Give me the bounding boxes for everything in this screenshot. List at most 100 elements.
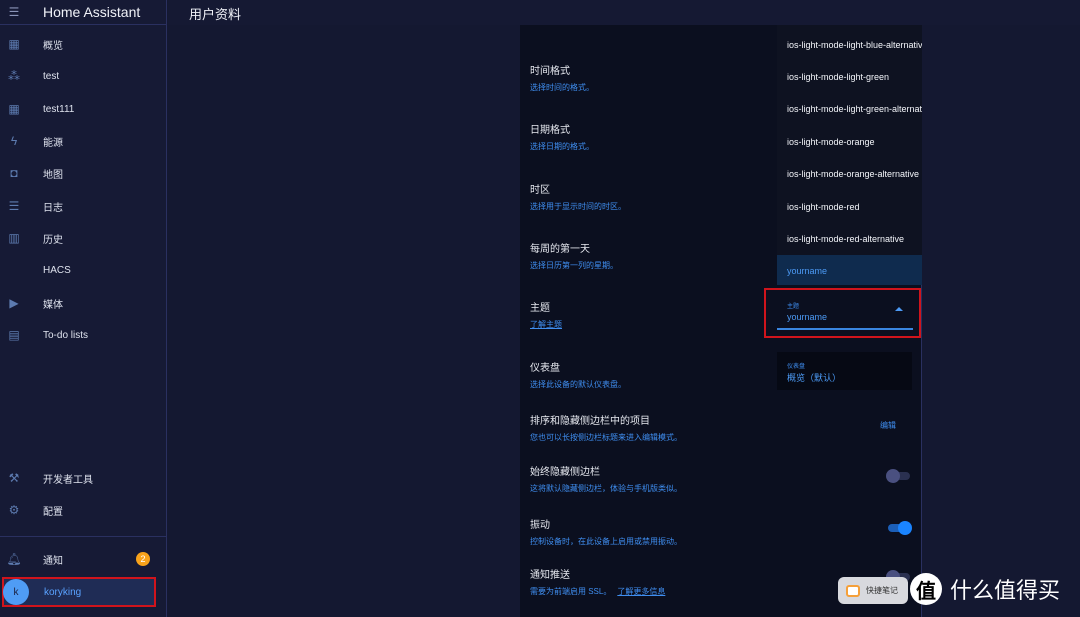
play-box-icon: ▶	[9, 296, 19, 310]
theme-option[interactable]: ios-light-mode-light-blue-alternative	[787, 40, 922, 50]
note-icon	[846, 584, 860, 597]
sidebar-item-label: 日志	[43, 202, 63, 214]
sidebar-item-label: 开发者工具	[43, 474, 93, 486]
sidebar: ☰ Home Assistant ▦ 概览 ⁂ test ▦ test111 ϟ 能源 …	[0, 0, 167, 617]
sidebar-item-label: test	[43, 70, 60, 82]
theme-select[interactable]: 主题 yourname	[764, 288, 921, 338]
dashboard-field-value: 概览（默认）	[787, 373, 842, 383]
theme-option[interactable]: ios-light-mode-red	[787, 202, 860, 212]
page-title: 用户资料	[189, 7, 242, 22]
sidebar-item-logbook[interactable]: ☰ 日志	[0, 191, 166, 221]
sidebar-item-hacs[interactable]: HACS	[0, 255, 166, 285]
sidebar-item-label: HACS	[43, 264, 71, 276]
sidebar-item-label: test111	[43, 103, 75, 115]
chart-box-icon: ▥	[8, 231, 20, 245]
setting-desc: 选择日历第一列的星期。	[530, 261, 618, 270]
list-icon: ☰	[8, 199, 20, 213]
setting-sidebar-order: 排序和隐藏侧边栏中的项目您也可以长按侧边栏标题来进入编辑模式。	[530, 412, 682, 443]
setting-first-weekday: 每周的第一天选择日历第一列的星期。	[530, 240, 618, 271]
sidebar-item-energy[interactable]: ϟ 能源	[0, 126, 166, 156]
setting-title: 排序和隐藏侧边栏中的项目	[530, 416, 650, 427]
sidebar-item-test111[interactable]: ▦ test111	[0, 94, 166, 124]
quick-note-button[interactable]: 快捷笔记	[838, 577, 908, 604]
sidebar-item-developer-tools[interactable]: ⚒ 开发者工具	[0, 463, 166, 493]
sidebar-item-overview[interactable]: ▦ 概览	[0, 29, 166, 59]
dashboard-icon: ▦	[8, 102, 20, 116]
sidebar-item-label: 能源	[43, 137, 63, 149]
setting-date-format: 日期格式选择日期的格式。	[530, 121, 594, 152]
setting-title: 始终隐藏侧边栏	[530, 467, 600, 478]
setting-desc: 选择日期的格式。	[530, 142, 594, 151]
watermark: 值 什么值得买	[910, 573, 1060, 605]
setting-vibrate: 振动 控制设备时，在此设备上启用或禁用振动。	[530, 516, 682, 547]
dashboard-icon: ▦	[8, 37, 20, 51]
app-title: Home Assistant	[43, 4, 141, 20]
dashboard-field-label: 仪表盘	[787, 364, 806, 370]
sidebar-item-label: 媒体	[43, 299, 63, 311]
sidebar-header: ☰ Home Assistant	[0, 0, 166, 25]
sidebar-item-user-profile[interactable]: k koryking	[2, 577, 156, 607]
theme-option[interactable]: ios-light-mode-light-green-alternative	[787, 104, 922, 114]
dashboard-select[interactable]: 仪表盘 概览（默认）	[777, 352, 912, 390]
theme-dropdown-menu: ios-light-mode-light-blue-alternative io…	[777, 25, 922, 255]
setting-title: 每周的第一天	[530, 244, 590, 255]
sidebar-divider	[0, 536, 167, 537]
top-bar: 用户资料	[168, 0, 1080, 25]
setting-time-format: 时间格式选择时间的格式。	[530, 62, 594, 93]
sidebar-item-label: 通知	[43, 555, 63, 567]
lightning-icon: ϟ	[10, 134, 18, 148]
caret-up-icon	[895, 307, 903, 311]
learn-more-link[interactable]: 了解更多信息	[617, 587, 665, 596]
learn-theme-link[interactable]: 了解主题	[530, 320, 562, 329]
setting-desc: 您也可以长按侧边栏标题来进入编辑模式。	[530, 433, 682, 442]
watermark-text: 什么值得买	[950, 578, 1061, 603]
sidebar-item-test[interactable]: ⁂ test	[0, 61, 166, 91]
sidebar-item-settings[interactable]: ⚙ 配置	[0, 495, 166, 525]
bell-icon: 🔔︎	[6, 552, 22, 566]
setting-title: 仪表盘	[530, 363, 560, 374]
setting-desc: 需要为前端启用 SSL。	[530, 587, 612, 596]
setting-title: 日期格式	[530, 125, 570, 136]
setting-desc: 选择时间的格式。	[530, 83, 594, 92]
hammer-icon: ⚒	[8, 471, 20, 485]
user-name: koryking	[44, 586, 82, 598]
sidebar-item-todo[interactable]: ▤ To-do lists	[0, 320, 166, 350]
sidebar-item-label: 历史	[43, 234, 63, 246]
theme-field-label: 主题	[787, 304, 800, 310]
theme-option-selected[interactable]: yourname	[777, 255, 922, 285]
sidebar-item-label: 配置	[43, 506, 63, 518]
hide-sidebar-toggle[interactable]	[886, 469, 912, 483]
setting-theme: 主题 了解主题	[530, 299, 562, 330]
people-icon: ⁂	[8, 69, 20, 83]
sidebar-item-map[interactable]: ◘ 地图	[0, 158, 166, 188]
quick-note-label: 快捷笔记	[866, 586, 898, 595]
gear-icon: ⚙	[8, 503, 20, 517]
setting-title: 主题	[530, 303, 550, 314]
setting-desc: 选择此设备的默认仪表盘。	[530, 380, 626, 389]
sidebar-item-notifications[interactable]: 🔔︎ 通知 2	[0, 544, 166, 574]
setting-desc: 这将默认隐藏侧边栏，体验与手机版类似。	[530, 484, 682, 493]
sidebar-item-label: 概览	[43, 40, 63, 52]
setting-title: 时间格式	[530, 66, 570, 77]
clipboard-list-icon: ▤	[8, 328, 20, 342]
setting-push: 通知推送 需要为前端启用 SSL。 了解更多信息	[530, 566, 665, 597]
sidebar-item-media[interactable]: ▶ 媒体	[0, 288, 166, 318]
map-account-icon: ◘	[10, 166, 18, 180]
theme-option[interactable]: ios-light-mode-light-green	[787, 72, 889, 82]
edit-sidebar-button[interactable]: 编辑	[880, 420, 896, 431]
setting-timezone: 时区选择用于显示时间的时区。	[530, 181, 626, 212]
menu-collapse-icon[interactable]: ☰	[0, 5, 28, 19]
avatar: k	[3, 579, 29, 605]
theme-option[interactable]: ios-light-mode-red-alternative	[787, 234, 904, 244]
watermark-logo-icon: 值	[910, 573, 942, 605]
setting-title: 振动	[530, 520, 550, 531]
theme-option[interactable]: ios-light-mode-orange	[787, 137, 875, 147]
theme-option[interactable]: ios-light-mode-orange-alternative	[787, 169, 919, 179]
sidebar-item-history[interactable]: ▥ 历史	[0, 223, 166, 253]
setting-desc: 选择用于显示时间的时区。	[530, 202, 626, 211]
setting-hide-sidebar: 始终隐藏侧边栏这将默认隐藏侧边栏，体验与手机版类似。	[530, 463, 682, 494]
sidebar-item-label: To-do lists	[43, 329, 89, 341]
sidebar-item-label: 地图	[43, 169, 63, 181]
vibrate-toggle[interactable]	[886, 521, 912, 535]
setting-title: 时区	[530, 185, 550, 196]
